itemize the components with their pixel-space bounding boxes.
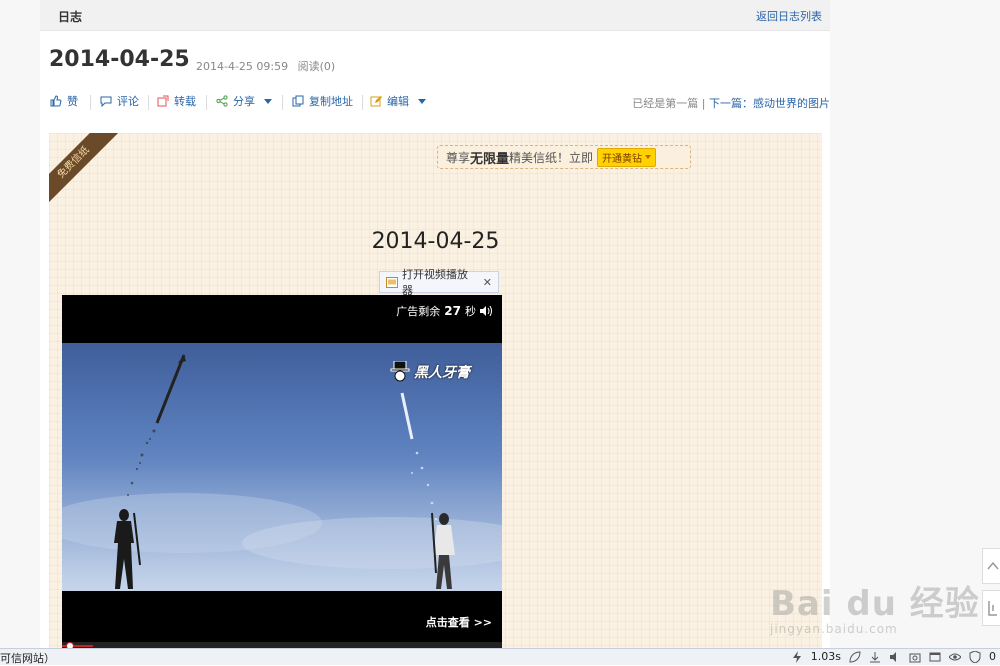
divider [90,95,91,110]
next-post-link[interactable]: 下一篇：感动世界的图片 [709,97,830,110]
divider [206,95,207,110]
section-title: 日志 [58,10,83,24]
thumbs-up-icon [50,95,62,107]
chevron-down-icon [418,98,426,104]
brand-logo-text: 黑人牙膏 [414,365,470,381]
copy-icon [292,95,304,107]
free-stationery-ribbon: 免费信纸 [49,133,120,209]
load-speed: 1.03s [810,650,841,663]
open-video-player-button[interactable]: 打开视频播放器 ✕ [379,268,499,297]
repost-button[interactable]: 转载 [157,93,196,109]
left-margin [0,0,40,650]
open-vip-button[interactable]: 开通黄钻 [597,147,657,167]
prev-post-text: 已经是第一篇 [632,97,699,110]
download-icon[interactable] [869,651,881,663]
video-player-icon [386,276,398,288]
copy-link-label: 复制地址 [309,95,353,108]
shield-icon[interactable] [969,650,981,663]
edit-label: 编辑 [387,95,409,108]
ad-prefix: 广告剩余 [396,305,441,318]
feedback-icon [988,601,997,616]
video-player[interactable]: 广告剩余 27 秒 黑人牙膏 点击查看 >> [62,295,502,650]
vip-promo-banner[interactable]: 尊享 无限量 精美信纸！立即 开通黄钻 [437,145,691,169]
promo-suffix: 精美信纸！立即 [509,150,594,165]
back-to-top-button[interactable] [982,548,1000,584]
promo-bold: 无限量 [470,151,510,167]
status-count: 0 [989,650,996,663]
camera-icon[interactable] [909,651,921,663]
volume-icon[interactable] [480,306,492,316]
open-video-player-label: 打开视频播放器 [401,268,468,297]
baidu-jingyan-watermark: Bai du 经验 jingyan.baidu.com [770,556,980,636]
ad-seconds: 27 [444,304,461,318]
post-date: 2014-4-25 09:59 [196,60,289,73]
copy-link-button[interactable]: 复制地址 [292,93,353,109]
share-label: 分享 [233,95,255,108]
like-button[interactable]: 赞 [50,93,78,109]
chevron-up-icon [987,561,999,570]
like-label: 赞 [67,95,78,108]
browser-status-bar: 可信网站） 1.03s 0 [0,648,1000,665]
speech-bubble-icon [100,96,112,107]
tophat-mascot-icon [390,361,410,382]
back-to-list-link[interactable]: 返回日志列表 [756,8,822,24]
blog-page: 日志 返回日志列表 2014-04-25 2014-4-25 09:59 阅读(… [40,0,830,650]
nav-separator: | [701,97,706,110]
lightning-icon[interactable] [791,650,803,663]
watermark-sub: jingyan.baidu.com [770,622,898,636]
promo-prefix: 尊享 [446,150,471,165]
letter-paper: 免费信纸 尊享 无限量 精美信纸！立即 开通黄钻 2014-04-25 打开视频… [49,133,822,650]
share-button[interactable]: 分享 [216,93,272,109]
edit-icon [370,96,382,107]
divider [282,95,283,110]
chevron-down-icon [264,98,272,104]
right-margin [830,0,1000,650]
ad-suffix: 秒 [465,305,476,318]
repost-icon [157,95,169,107]
share-icon [216,95,228,107]
watermark-main: Bai du 经验 [770,584,980,624]
speaker-icon[interactable] [889,651,901,663]
ad-countdown: 广告剩余 27 秒 [396,303,492,319]
post-reads: 阅读(0) [297,60,336,73]
divider [362,95,363,110]
eye-icon[interactable] [949,651,961,663]
comment-label: 评论 [117,95,139,108]
open-vip-label: 开通黄钻 [602,153,643,165]
window-icon[interactable] [929,651,941,663]
action-bar: 赞 评论 转载 分享 复制地址 编辑 已经是第一篇 | 下一篇：感动世界的图片 [50,93,830,111]
close-icon[interactable]: ✕ [483,276,492,289]
leaf-icon[interactable] [849,650,861,663]
post-navigation: 已经是第一篇 | 下一篇：感动世界的图片 [632,95,830,111]
letter-heading: 2014-04-25 [371,229,500,254]
post-meta: 2014-4-25 09:59 阅读(0) [196,58,341,74]
repost-label: 转载 [174,95,196,108]
comment-button[interactable]: 评论 [100,93,139,109]
feedback-button[interactable] [982,590,1000,626]
status-tray: 1.03s 0 [791,650,996,663]
ad-video-frame[interactable]: 黑人牙膏 [62,343,502,591]
edit-button[interactable]: 编辑 [370,93,426,109]
click-to-view-link[interactable]: 点击查看 >> [426,614,492,630]
chevron-down-icon [645,155,652,159]
blog-topbar: 日志 返回日志列表 [40,0,830,31]
post-title: 2014-04-25 [49,47,190,72]
brand-logo: 黑人牙膏 [390,361,470,383]
divider [148,95,149,110]
